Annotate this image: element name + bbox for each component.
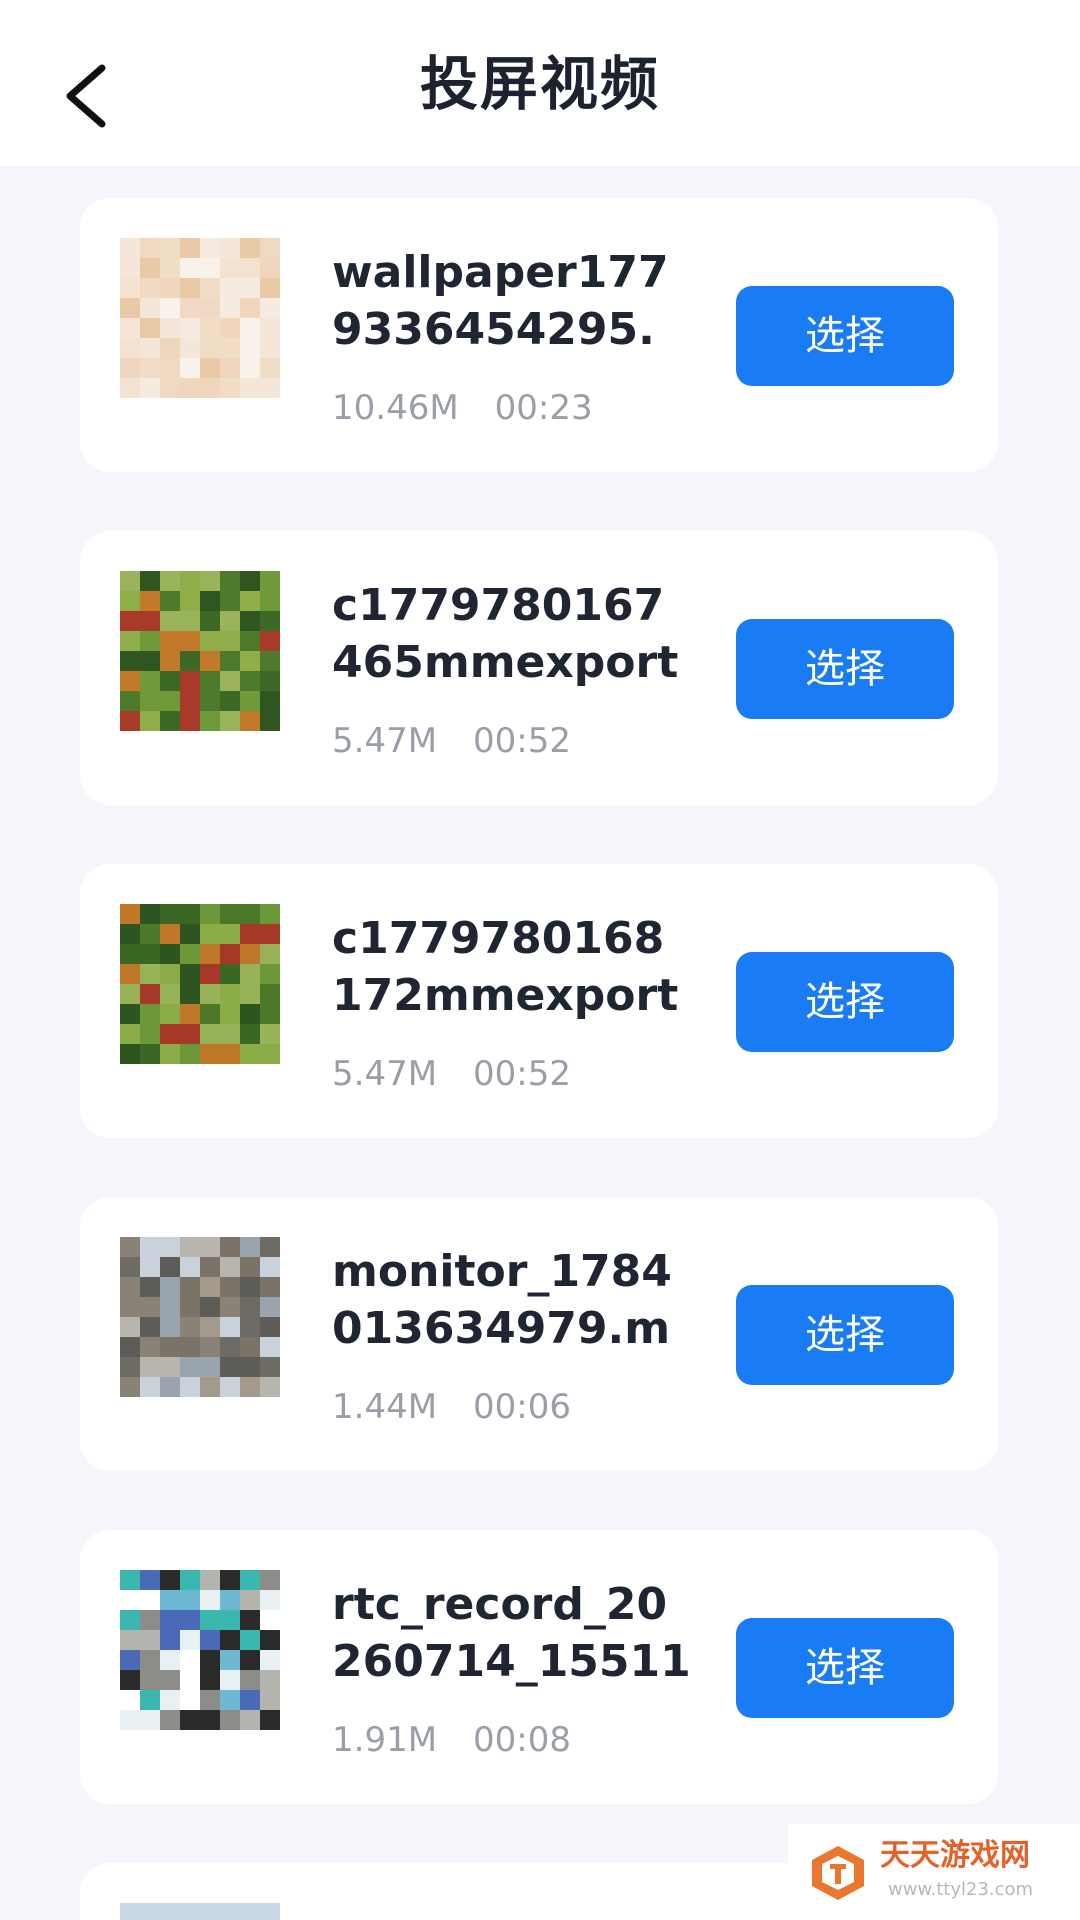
video-size: 10.46M bbox=[332, 388, 459, 428]
video-size: 1.91M bbox=[332, 1720, 438, 1760]
video-duration: 00:52 bbox=[473, 721, 572, 761]
watermark-url: www.ttyl23.com bbox=[888, 1879, 1034, 1900]
video-card: wallpaper1779336454295.mp 10.46M 00:23 选择 bbox=[80, 198, 998, 472]
video-meta: 5.47M 00:52 bbox=[332, 1050, 571, 1098]
select-button[interactable]: 选择 bbox=[736, 286, 954, 386]
video-meta: 1.44M 00:06 bbox=[332, 1383, 571, 1431]
page-title: 投屏视频 bbox=[419, 50, 660, 118]
video-thumbnail bbox=[120, 1903, 280, 1920]
video-filename: c1779780167465mmexport17 bbox=[332, 580, 679, 688]
select-button[interactable]: 选择 bbox=[736, 952, 954, 1052]
watermark-name: 天天游戏网 bbox=[880, 1838, 1030, 1873]
video-duration: 00:23 bbox=[494, 388, 593, 428]
video-filename: monitor_1784013634979.mp4 bbox=[332, 1246, 672, 1354]
video-card: c1779780168172mmexport17 5.47M 00:52 选择 bbox=[80, 864, 998, 1138]
ttyl-logo-icon bbox=[812, 1846, 864, 1900]
video-card: rtc_record_20260714_155113 1.91M 00:08 选择 bbox=[80, 1530, 998, 1804]
watermark: 天天游戏网 www.ttyl23.com bbox=[788, 1824, 1080, 1920]
select-button[interactable]: 选择 bbox=[736, 1285, 954, 1385]
video-meta: 1.91M 00:08 bbox=[332, 1716, 571, 1764]
video-thumbnail bbox=[120, 904, 280, 1064]
video-size: 1.44M bbox=[332, 1387, 438, 1427]
video-card: monitor_1784013634979.mp4 1.44M 00:06 选择 bbox=[80, 1197, 998, 1471]
video-thumbnail bbox=[120, 571, 280, 731]
video-filename: wallpaper1779336454295.mp bbox=[332, 247, 669, 355]
video-thumbnail bbox=[120, 238, 280, 398]
video-meta: 10.46M 00:23 bbox=[332, 384, 593, 432]
video-thumbnail bbox=[120, 1570, 280, 1730]
video-thumbnail bbox=[120, 1237, 280, 1397]
select-button[interactable]: 选择 bbox=[736, 1618, 954, 1718]
video-size: 5.47M bbox=[332, 1054, 438, 1094]
video-card: c1779780167465mmexport17 5.47M 00:52 选择 bbox=[80, 531, 998, 805]
video-duration: 00:52 bbox=[473, 1054, 572, 1094]
top-bar: 投屏视频 bbox=[0, 0, 1080, 166]
video-duration: 00:08 bbox=[473, 1720, 572, 1760]
video-list: wallpaper1779336454295.mp10.46M00:23选择c1… bbox=[80, 198, 998, 1920]
select-button[interactable]: 选择 bbox=[736, 619, 954, 719]
video-filename: c1779780168172mmexport17 bbox=[332, 913, 679, 1021]
video-size: 5.47M bbox=[332, 721, 438, 761]
video-duration: 00:06 bbox=[473, 1387, 572, 1427]
video-filename: rtc_record_20260714_155113 bbox=[332, 1579, 691, 1687]
video-meta: 5.47M 00:52 bbox=[332, 717, 571, 765]
